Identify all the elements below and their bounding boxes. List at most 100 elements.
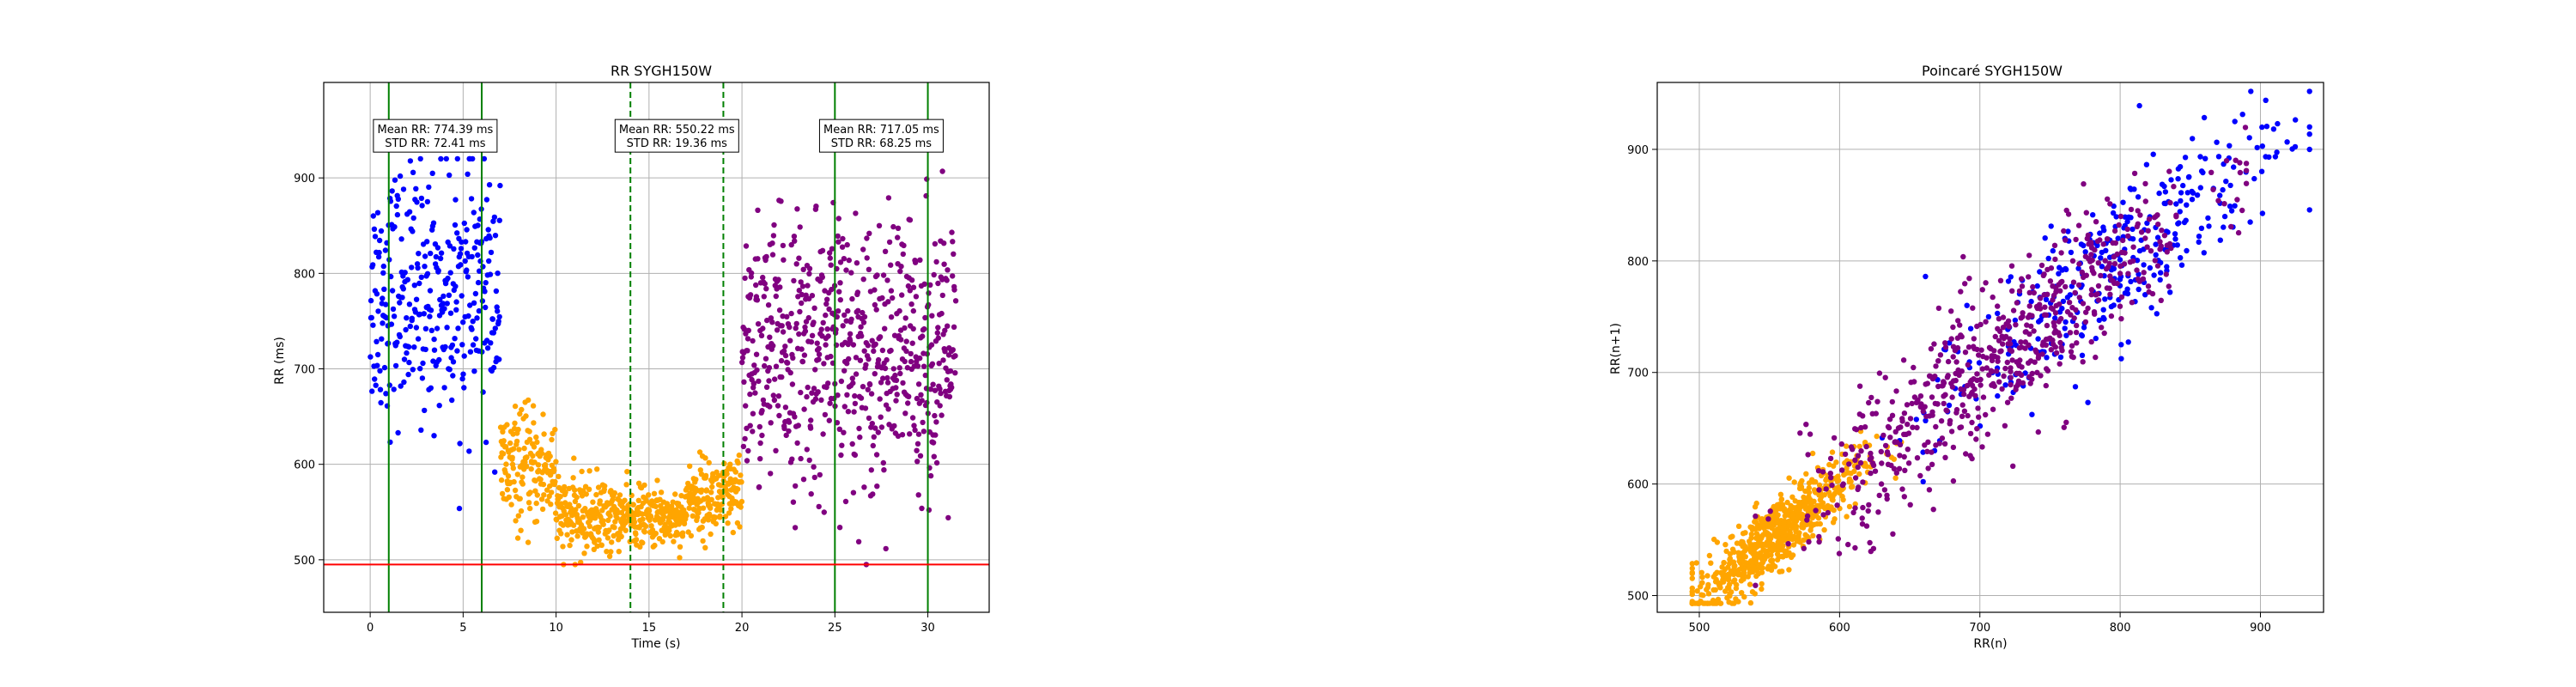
rr-data-point (424, 271, 431, 277)
rr-data-point (854, 260, 860, 266)
poincare-data-point (1741, 560, 1748, 566)
rr-data-point (792, 525, 799, 531)
rr-data-point (458, 246, 465, 252)
rr-data-point (903, 338, 909, 344)
rr-data-point (552, 510, 559, 516)
poincare-data-point (1945, 358, 1952, 365)
rr-data-point (484, 345, 491, 351)
poincare-data-point (2162, 189, 2169, 195)
poincare-data-point (2259, 210, 2266, 216)
poincare-data-point (2108, 313, 2115, 319)
poincare-data-point (2057, 279, 2064, 285)
poincare-data-point (1786, 567, 1792, 573)
rr-data-point (702, 455, 708, 461)
poincare-data-point (2175, 176, 2181, 182)
rr-data-point (397, 173, 404, 179)
rr-data-point (872, 341, 878, 347)
rr-data-point (899, 432, 906, 438)
rr-data-point (501, 438, 507, 444)
rr-data-point (775, 393, 782, 399)
rr-data-point (782, 404, 789, 410)
poincare-data-point (1753, 582, 1759, 588)
rr-data-point (768, 420, 774, 426)
rr-data-point (570, 522, 577, 528)
rr-data-point (641, 529, 647, 535)
rr-data-point (677, 555, 683, 561)
poincare-data-point (2223, 158, 2230, 164)
poincare-data-point (1952, 347, 1959, 354)
poincare-data-point (2259, 143, 2265, 149)
poincare-data-point (2058, 250, 2064, 256)
rr-data-point (418, 195, 425, 202)
poincare-data-point (2227, 204, 2233, 210)
poincare-data-point (1964, 302, 1970, 308)
rr-data-point (874, 483, 880, 489)
poincare-data-point (2231, 164, 2237, 170)
rr-data-point (896, 365, 902, 371)
rr-data-point (393, 203, 399, 210)
poincare-data-point (1974, 426, 1980, 432)
rr-data-point (667, 532, 673, 539)
poincare-data-point (2086, 256, 2092, 262)
rr-data-point (909, 340, 915, 346)
rr-data-point (908, 358, 914, 365)
poincare-data-point (1753, 513, 1759, 520)
rr-data-point (450, 373, 456, 379)
rr-data-point (392, 224, 398, 230)
rr-data-point (779, 374, 785, 380)
poincare-data-point (1749, 559, 1756, 565)
rr-data-point (930, 381, 936, 387)
rr-data-point (750, 429, 756, 435)
rr-data-point (951, 287, 957, 293)
rr-data-point (859, 333, 865, 339)
rr-data-point (504, 422, 510, 428)
rr-data-point (754, 297, 761, 303)
rr-data-point (853, 371, 860, 377)
rr-data-point (870, 491, 876, 497)
poincare-data-point (1833, 459, 1839, 465)
poincare-data-point (1922, 442, 1928, 448)
poincare-data-point (1856, 411, 1862, 417)
poincare-data-point (1689, 585, 1696, 592)
poincare-data-point (2215, 198, 2221, 204)
rr-data-point (932, 240, 939, 247)
poincare-data-point (2146, 216, 2153, 222)
poincare-data-point (2164, 249, 2170, 255)
rr-data-point (611, 489, 618, 496)
rr-data-point (418, 427, 424, 433)
rr-data-point (512, 420, 518, 426)
poincare-data-point (2023, 329, 2029, 335)
rr-data-point (404, 350, 410, 356)
poincare-data-point (2008, 368, 2014, 374)
rr-data-point (368, 354, 374, 360)
rr-data-point (818, 397, 824, 403)
rr-data-point (750, 380, 757, 386)
rr-data-point (920, 429, 927, 435)
rr-data-point (471, 368, 477, 374)
rr-data-point (377, 368, 383, 374)
poincare-data-point (2094, 291, 2100, 297)
poincare-data-point (2008, 374, 2014, 380)
rr-data-point (410, 169, 416, 175)
rr-data-point (531, 444, 538, 450)
rr-data-point (584, 544, 590, 550)
poincare-data-point (2178, 255, 2184, 261)
poincare-data-point (2197, 154, 2203, 160)
poincare-data-point (1959, 402, 1965, 408)
poincare-data-point (1868, 394, 1874, 401)
rr-data-point (949, 385, 955, 391)
rr-data-point (826, 417, 832, 423)
rr-data-point (786, 419, 793, 425)
rr-data-point (885, 195, 892, 201)
poincare-data-point (1722, 542, 1728, 548)
stats-annotation-text: STD RR: 19.36 ms (627, 137, 728, 150)
poincare-data-point (1785, 541, 1791, 547)
rr-data-point (374, 210, 381, 216)
poincare-data-point (2059, 348, 2065, 354)
rr-data-point (882, 248, 889, 254)
rr-data-point (395, 196, 401, 202)
rr-data-point (376, 249, 382, 256)
poincare-data-point (2073, 329, 2080, 336)
poincare-data-point (2063, 319, 2069, 325)
rr-data-point (856, 425, 862, 432)
